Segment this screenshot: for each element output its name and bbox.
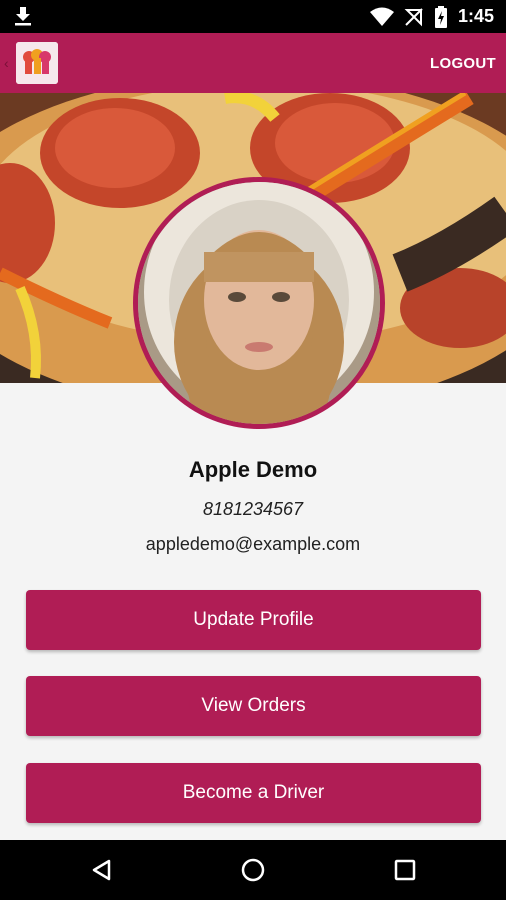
- status-bar: 1:45: [0, 0, 506, 33]
- view-orders-button[interactable]: View Orders: [26, 676, 481, 736]
- home-circle-icon[interactable]: [223, 840, 283, 900]
- download-icon: [15, 7, 31, 26]
- chef-hats-logo-icon[interactable]: [16, 42, 58, 84]
- system-nav-bar: [0, 840, 506, 900]
- no-sim-icon: [404, 7, 423, 26]
- profile-avatar[interactable]: [133, 177, 385, 429]
- app-bar: ‹ LOGOUT: [0, 33, 506, 93]
- profile-email: appledemo@example.com: [145, 534, 361, 554]
- battery-charging-icon: [434, 5, 447, 28]
- back-arrow-icon[interactable]: ‹: [4, 55, 9, 71]
- profile-name: Apple Demo: [188, 457, 318, 482]
- recents-square-icon[interactable]: [375, 840, 435, 900]
- back-triangle-icon[interactable]: [72, 840, 132, 900]
- logout-button[interactable]: LOGOUT: [430, 33, 496, 93]
- profile-phone: 8181234567: [202, 499, 304, 519]
- status-time: 1:45: [457, 6, 494, 26]
- update-profile-button[interactable]: Update Profile: [26, 590, 481, 650]
- wifi-icon: [369, 7, 394, 26]
- become-driver-button[interactable]: Become a Driver: [26, 763, 481, 823]
